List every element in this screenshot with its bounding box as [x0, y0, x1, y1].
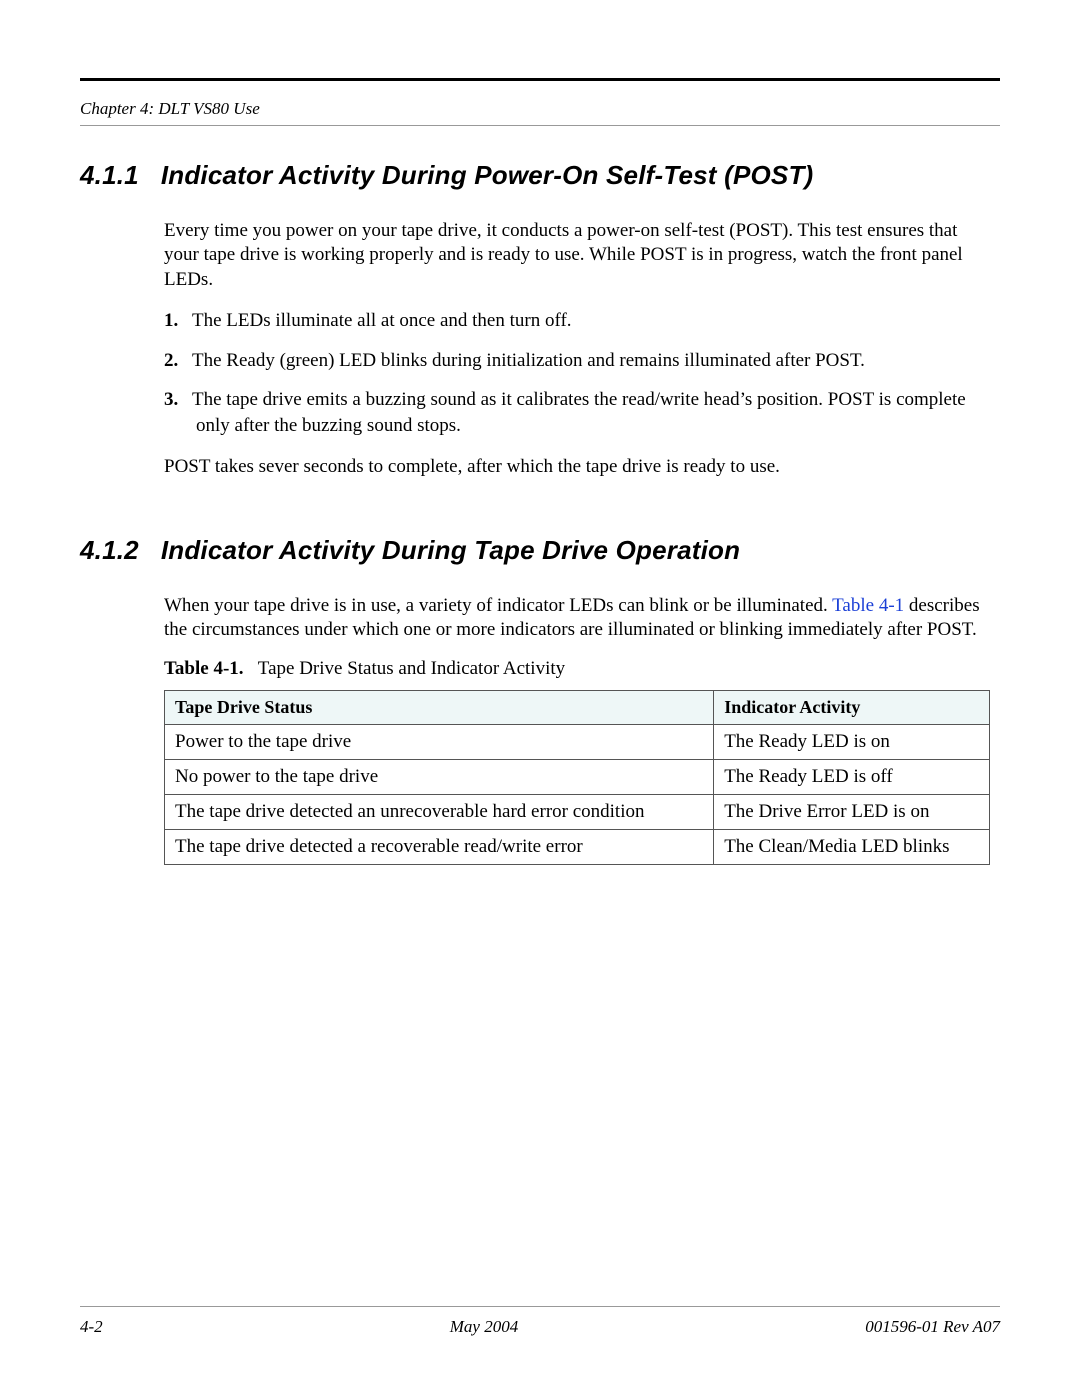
table-reference-link[interactable]: Table 4-1 [832, 595, 904, 616]
cell-status: The tape drive detected a recoverable re… [165, 830, 714, 865]
intro-pre: When your tape drive is in use, a variet… [164, 595, 832, 616]
section-412-body: When your tape drive is in use, a variet… [164, 594, 990, 866]
section-412-title: Indicator Activity During Tape Drive Ope… [161, 535, 740, 565]
status-table: Tape Drive Status Indicator Activity Pow… [164, 690, 990, 865]
section-411-outro: POST takes sever seconds to complete, af… [164, 455, 990, 479]
cell-activity: The Ready LED is off [714, 760, 990, 795]
list-item: 1.The LEDs illuminate all at once and th… [164, 308, 990, 334]
cell-activity: The Clean/Media LED blinks [714, 830, 990, 865]
col-header-activity: Indicator Activity [714, 691, 990, 725]
table-row: The tape drive detected an unrecoverable… [165, 795, 990, 830]
list-text: The tape drive emits a buzzing sound as … [192, 389, 966, 436]
table-row: Power to the tape drive The Ready LED is… [165, 725, 990, 760]
list-item: 2.The Ready (green) LED blinks during in… [164, 348, 990, 374]
list-text: The LEDs illuminate all at once and then… [192, 310, 572, 331]
footer-row: 4-2 May 2004 001596-01 Rev A07 [80, 1317, 1000, 1337]
chapter-header: Chapter 4: DLT VS80 Use [80, 99, 1000, 119]
doc-revision: 001596-01 Rev A07 [865, 1317, 1000, 1337]
table-caption-label: Table 4-1. [164, 658, 244, 679]
section-412-number: 4.1.2 [80, 535, 139, 566]
table-caption-text: Tape Drive Status and Indicator Activity [258, 658, 565, 679]
cell-status: Power to the tape drive [165, 725, 714, 760]
section-411-number: 4.1.1 [80, 160, 139, 191]
list-marker: 2. [164, 348, 192, 374]
list-text: The Ready (green) LED blinks during init… [192, 350, 865, 371]
cell-activity: The Ready LED is on [714, 725, 990, 760]
table-caption: Table 4-1. Tape Drive Status and Indicat… [164, 658, 990, 680]
cell-status: The tape drive detected an unrecoverable… [165, 795, 714, 830]
page: Chapter 4: DLT VS80 Use 4.1.1 Indicator A… [0, 0, 1080, 1397]
page-number: 4-2 [80, 1317, 103, 1337]
section-411-heading: 4.1.1 Indicator Activity During Power-On … [80, 160, 1000, 191]
table-header-row: Tape Drive Status Indicator Activity [165, 691, 990, 725]
cell-status: No power to the tape drive [165, 760, 714, 795]
table-row: The tape drive detected a recoverable re… [165, 830, 990, 865]
page-footer: 4-2 May 2004 001596-01 Rev A07 [80, 1306, 1000, 1337]
list-marker: 3. [164, 387, 192, 413]
list-item: 3.The tape drive emits a buzzing sound a… [164, 387, 990, 438]
top-rule-thin [80, 125, 1000, 126]
cell-activity: The Drive Error LED is on [714, 795, 990, 830]
section-412-intro: When your tape drive is in use, a variet… [164, 594, 990, 643]
top-rule-thick [80, 78, 1000, 81]
table-row: No power to the tape drive The Ready LED… [165, 760, 990, 795]
section-411-body: Every time you power on your tape drive,… [164, 219, 990, 479]
post-steps-list: 1.The LEDs illuminate all at once and th… [164, 308, 990, 439]
footer-rule [80, 1306, 1000, 1307]
footer-date: May 2004 [450, 1317, 518, 1337]
section-411-intro: Every time you power on your tape drive,… [164, 219, 990, 292]
section-411-title: Indicator Activity During Power-On Self-… [161, 160, 814, 190]
col-header-status: Tape Drive Status [165, 691, 714, 725]
section-412-heading: 4.1.2 Indicator Activity During Tape Driv… [80, 535, 1000, 566]
list-marker: 1. [164, 308, 192, 334]
